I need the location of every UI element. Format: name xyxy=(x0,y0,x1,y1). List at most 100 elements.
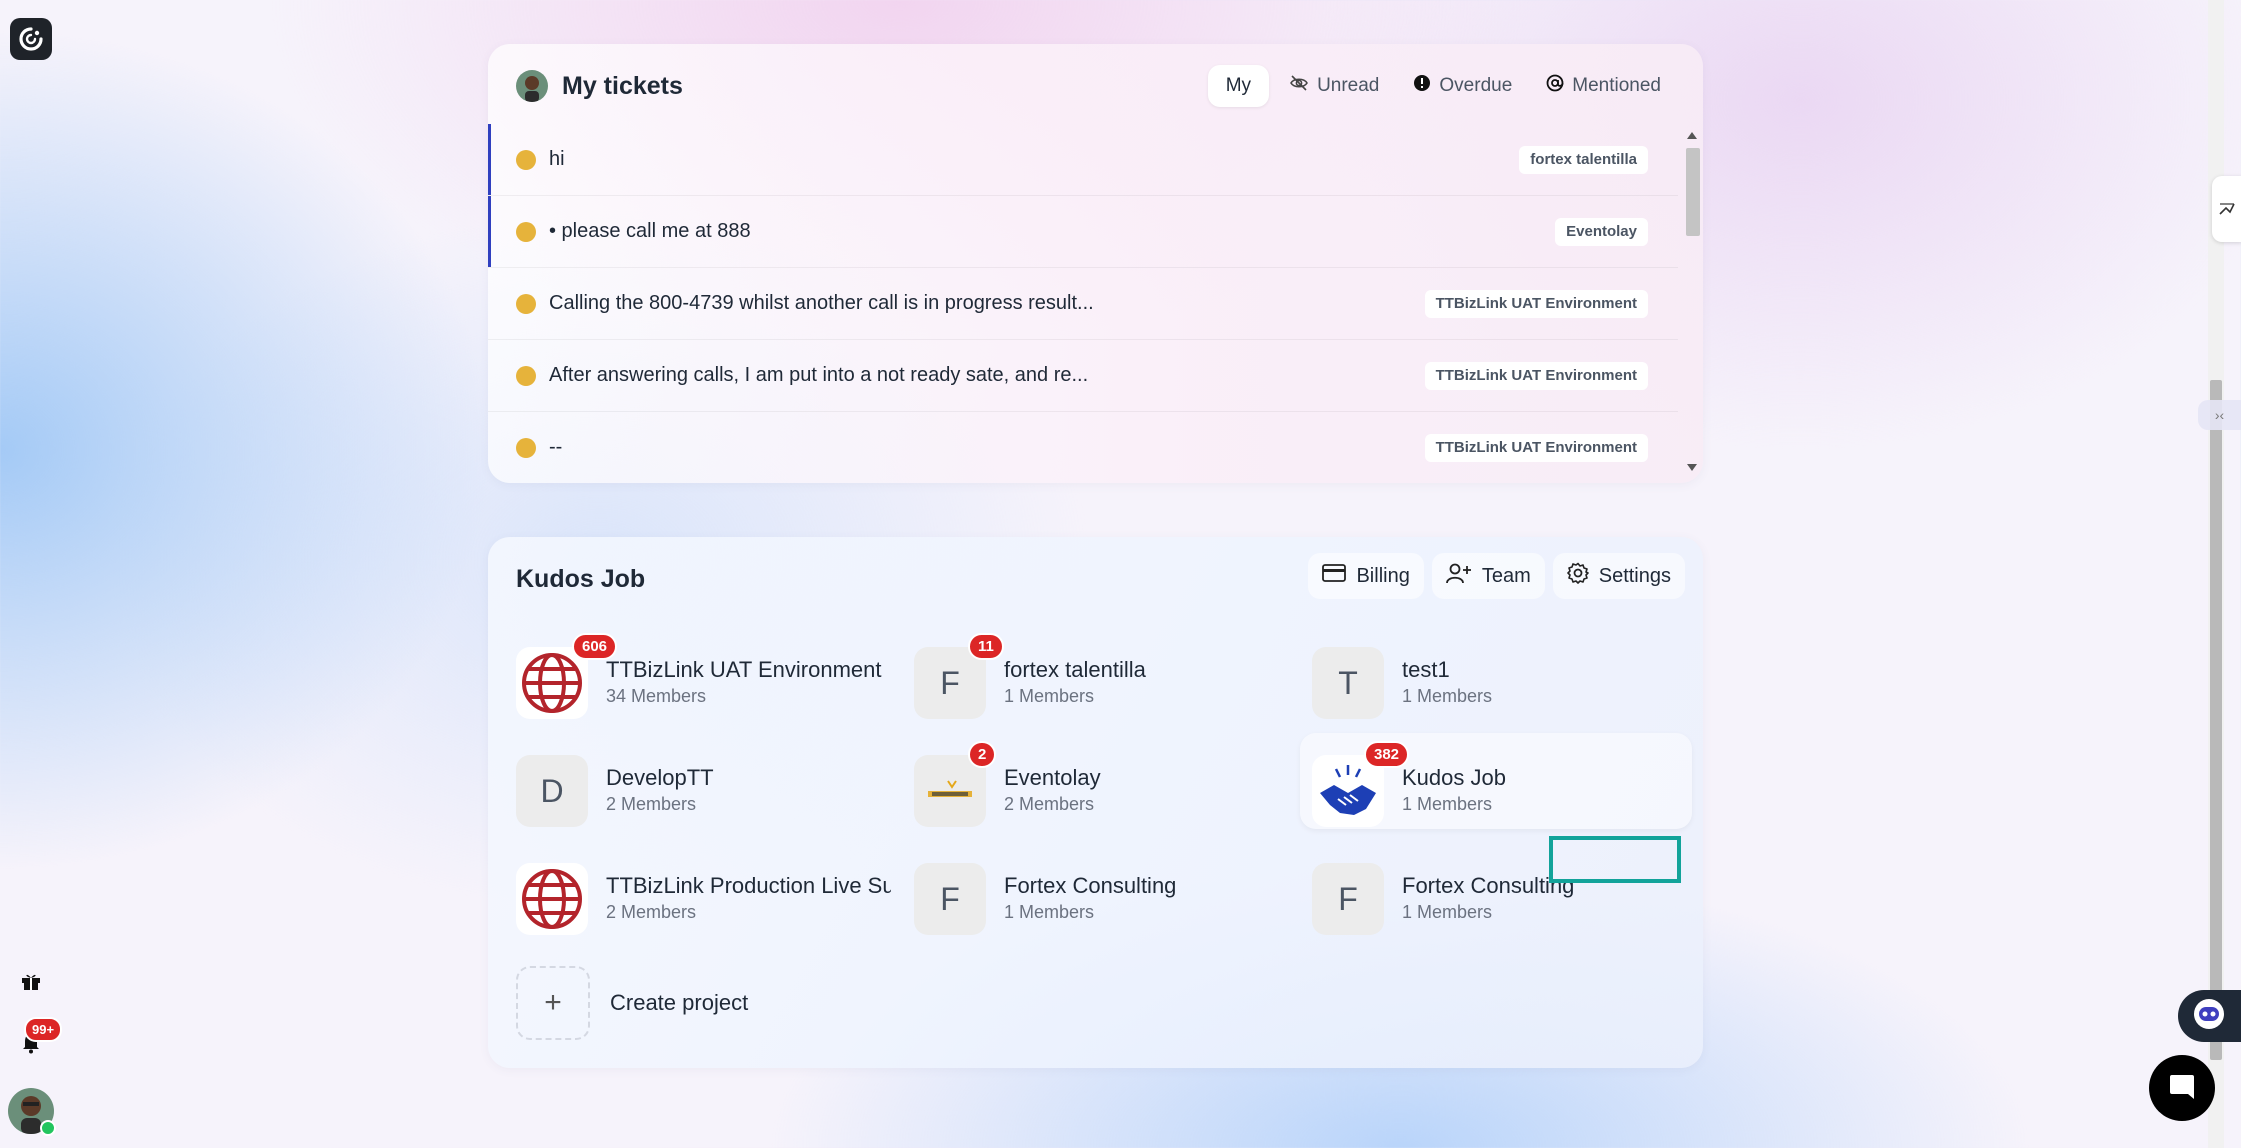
ticket-status-dot xyxy=(516,149,536,170)
add-user-icon xyxy=(1445,562,1472,590)
my-tickets-card: My tickets My Unread Overdue Mentioned h… xyxy=(488,44,1703,483)
filter-unread[interactable]: Unread xyxy=(1275,65,1393,107)
ticket-status-dot xyxy=(516,221,536,242)
team-button[interactable]: Team xyxy=(1431,553,1545,599)
project-name: Kudos Job xyxy=(1402,765,1506,790)
ticket-subject: hi xyxy=(549,148,565,170)
at-icon xyxy=(1546,74,1564,98)
ticket-project-tag: TTBizLink UAT Environment xyxy=(1424,289,1648,318)
settings-button[interactable]: Settings xyxy=(1552,553,1685,599)
notification-count-badge: 99+ xyxy=(24,1017,63,1042)
ticket-row[interactable]: • please call me at 888 Eventolay xyxy=(488,195,1678,267)
ticket-row[interactable]: hi fortex talentilla xyxy=(488,124,1678,195)
my-tickets-title: My tickets xyxy=(562,71,683,100)
gift-icon[interactable] xyxy=(16,966,46,996)
workspace-title: Kudos Job xyxy=(516,564,646,593)
project-name: TTBizLink Production Live Su xyxy=(606,873,891,898)
ticket-subject: • please call me at 888 xyxy=(549,220,751,242)
chat-launcher-button[interactable] xyxy=(2149,1055,2215,1121)
filter-overdue[interactable]: Overdue xyxy=(1399,65,1526,107)
project-card[interactable]: F Fortex Consulting 1 Members xyxy=(914,849,1294,939)
globe-logo-icon xyxy=(516,863,588,935)
filter-mentioned-label: Mentioned xyxy=(1572,75,1661,96)
project-name: DevelopTT xyxy=(606,765,714,790)
project-members: 1 Members xyxy=(1402,902,1493,922)
page-scrollbar-thumb[interactable] xyxy=(2210,380,2222,1060)
ticket-subject: -- xyxy=(549,436,563,458)
project-card[interactable]: F 11 fortex talentilla 1 Members xyxy=(914,633,1294,723)
eye-off-icon xyxy=(1289,73,1309,99)
project-card[interactable]: 2 Eventolay 2 Members xyxy=(914,741,1294,831)
side-panel-toggle-icon[interactable] xyxy=(2212,176,2241,242)
project-members: 1 Members xyxy=(1004,902,1095,922)
assistant-bot-button[interactable] xyxy=(2178,990,2241,1042)
ticket-subject: After answering calls, I am put into a n… xyxy=(549,364,1089,386)
plus-icon: + xyxy=(516,966,590,1040)
filter-mentioned[interactable]: Mentioned xyxy=(1532,65,1675,107)
project-name: Eventolay xyxy=(1004,765,1101,790)
unread-count-badge: 2 xyxy=(968,741,997,768)
project-initial-avatar: F xyxy=(914,863,986,935)
project-members: 1 Members xyxy=(1402,794,1493,814)
ticket-status-dot xyxy=(516,293,536,314)
workspace-card: Kudos Job Billing Team Settings 606 TTBi… xyxy=(488,537,1703,1068)
ticket-subject: Calling the 800-4739 whilst another call… xyxy=(549,292,1094,314)
project-initial-avatar: T xyxy=(1312,647,1384,719)
scroll-down-arrow-icon[interactable] xyxy=(1687,464,1697,471)
ticket-project-tag: Eventolay xyxy=(1555,217,1648,246)
filter-my-label: My xyxy=(1225,75,1252,96)
scroll-up-arrow-icon[interactable] xyxy=(1687,132,1697,139)
project-name: Fortex Consulting xyxy=(1004,873,1177,898)
team-label: Team xyxy=(1481,564,1531,587)
chat-bubble-icon xyxy=(2166,1070,2198,1107)
unread-count-badge: 11 xyxy=(968,633,1004,660)
bot-icon xyxy=(2192,997,2226,1036)
ticket-row[interactable]: After answering calls, I am put into a n… xyxy=(488,339,1678,411)
ticket-list: hi fortex talentilla • please call me at… xyxy=(488,124,1678,483)
project-members: 34 Members xyxy=(606,686,707,706)
tickets-avatar xyxy=(516,70,548,102)
collapse-arrows-icon[interactable]: ›‹ xyxy=(2198,400,2241,430)
project-members: 2 Members xyxy=(1004,794,1095,814)
ticket-list-scrollbar[interactable] xyxy=(1683,124,1701,479)
credit-card-icon xyxy=(1322,563,1347,589)
scrollbar-thumb[interactable] xyxy=(1686,148,1700,236)
unread-count-badge: 382 xyxy=(1364,741,1410,768)
project-initial-avatar: D xyxy=(516,755,588,827)
create-project-button[interactable]: + Create project xyxy=(516,966,748,1040)
ticket-project-tag: TTBizLink UAT Environment xyxy=(1424,433,1648,462)
project-members: 1 Members xyxy=(1004,686,1095,706)
ticket-row[interactable]: -- TTBizLink UAT Environment xyxy=(488,411,1678,483)
project-members: 2 Members xyxy=(606,794,697,814)
billing-label: Billing xyxy=(1356,564,1410,587)
ticket-row[interactable]: Calling the 800-4739 whilst another call… xyxy=(488,267,1678,339)
filter-overdue-label: Overdue xyxy=(1439,75,1513,96)
project-name: test1 xyxy=(1402,657,1450,682)
filter-unread-label: Unread xyxy=(1317,75,1380,96)
gear-icon xyxy=(1566,562,1589,590)
ticket-project-tag: fortex talentilla xyxy=(1519,145,1648,174)
online-status-indicator xyxy=(40,1120,56,1136)
ticket-filters: My Unread Overdue Mentioned xyxy=(1207,64,1675,108)
alert-circle-icon xyxy=(1413,74,1431,98)
project-name: fortex talentilla xyxy=(1004,657,1146,682)
project-name: TTBizLink UAT Environment xyxy=(606,657,882,682)
filter-my[interactable]: My xyxy=(1207,65,1270,107)
ticket-status-dot xyxy=(516,437,536,458)
ticket-project-tag: TTBizLink UAT Environment xyxy=(1424,361,1648,390)
project-card[interactable]: T test1 1 Members xyxy=(1312,633,1692,723)
project-card[interactable]: 606 TTBizLink UAT Environment 34 Members xyxy=(516,633,896,723)
unread-count-badge: 606 xyxy=(572,633,618,660)
settings-label: Settings xyxy=(1598,564,1671,587)
create-project-label: Create project xyxy=(610,990,749,1015)
project-initial-avatar: F xyxy=(1312,863,1384,935)
focus-highlight-box xyxy=(1549,836,1681,883)
project-members: 1 Members xyxy=(1402,686,1493,706)
project-members: 2 Members xyxy=(606,902,697,922)
project-card-active[interactable]: 382 Kudos Job 1 Members xyxy=(1300,733,1692,829)
project-card[interactable]: D DevelopTT 2 Members xyxy=(516,741,896,831)
app-logo-icon[interactable] xyxy=(10,18,52,60)
project-card[interactable]: TTBizLink Production Live Su 2 Members xyxy=(516,849,896,939)
billing-button[interactable]: Billing xyxy=(1308,553,1424,599)
ticket-status-dot xyxy=(516,365,536,386)
